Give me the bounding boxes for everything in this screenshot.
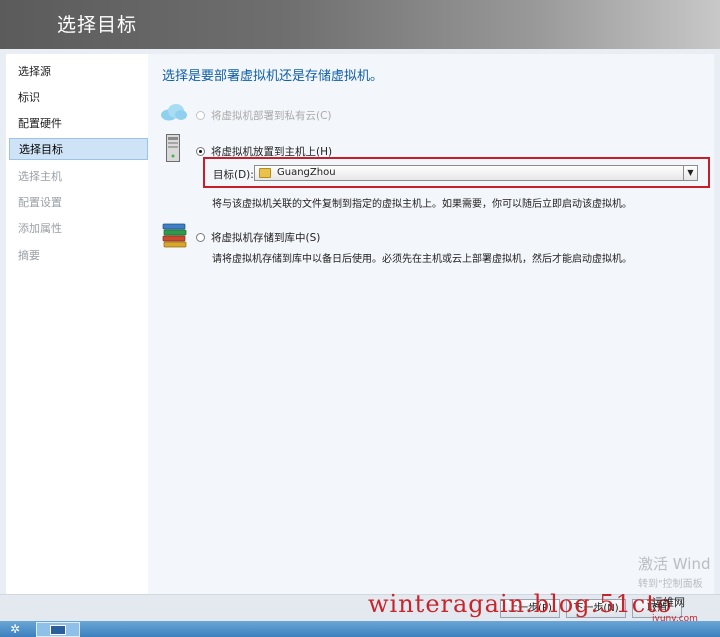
sidebar-item-configure-settings: 配置设置 [18, 196, 62, 209]
deploy-private-cloud-option[interactable]: 将虚拟机部署到私有云(C) [196, 108, 332, 123]
library-description: 请将虚拟机存储到库中以备日后使用。必须先在主机或云上部署虚拟机，然后才能启动虚拟… [212, 254, 632, 265]
activate-windows-subtext: 转到"控制面板 [638, 579, 703, 590]
sidebar-item-configure-hardware[interactable]: 配置硬件 [6, 113, 144, 135]
content-heading: 选择是要部署虚拟机还是存储虚拟机。 [162, 69, 384, 84]
target-label: 目标(D): [213, 169, 254, 181]
target-selection-highlight: 目标(D): GuangZhou ▼ [203, 157, 710, 188]
site-name-watermark: 运维网 [652, 596, 685, 609]
folder-icon [259, 168, 271, 178]
start-icon[interactable]: ✲ [0, 621, 30, 637]
host-description: 将与该虚拟机关联的文件复制到指定的虚拟主机上。如果需要，你可以随后立即启动该虚拟… [212, 199, 632, 210]
server-icon [166, 134, 180, 162]
wizard-header: 选择目标 [0, 0, 720, 49]
store-in-library-radio[interactable] [196, 233, 205, 242]
sidebar-item-select-source[interactable]: 选择源 [6, 61, 144, 83]
app-window-icon [50, 625, 66, 635]
library-books-icon [162, 222, 188, 248]
place-on-host-radio[interactable] [196, 147, 205, 156]
deploy-private-cloud-label: 将虚拟机部署到私有云(C) [211, 110, 332, 122]
cloud-icon [160, 103, 188, 121]
taskbar-app-button[interactable] [36, 622, 80, 637]
store-in-library-option[interactable]: 将虚拟机存储到库中(S) [196, 230, 320, 245]
sidebar-item-add-properties: 添加属性 [18, 222, 62, 235]
target-dropdown[interactable]: GuangZhou ▼ [254, 165, 698, 181]
chevron-down-icon[interactable]: ▼ [683, 166, 697, 180]
sidebar-item-summary: 摘要 [18, 249, 40, 262]
wizard-content: 选择是要部署虚拟机还是存储虚拟机。 将虚拟机部署到私有云(C) 将虚拟机放置到主… [148, 54, 714, 594]
taskbar: ✲ [0, 621, 720, 637]
sidebar-item-select-host: 选择主机 [18, 170, 62, 183]
activate-windows-watermark: 激活 Wind [638, 555, 711, 573]
sidebar-item-select-destination[interactable]: 选择目标 [9, 138, 148, 160]
page-title: 选择目标 [57, 14, 138, 36]
wizard-steps-sidebar: 选择源 标识 配置硬件 选择目标 选择主机 配置设置 添加属性 摘要 [6, 54, 149, 594]
store-in-library-label: 将虚拟机存储到库中(S) [211, 232, 321, 244]
target-value: GuangZhou [277, 167, 336, 178]
blog-watermark: winteragain.blog.51cto [368, 590, 673, 618]
sidebar-item-identity[interactable]: 标识 [6, 87, 144, 109]
deploy-private-cloud-radio[interactable] [196, 111, 205, 120]
